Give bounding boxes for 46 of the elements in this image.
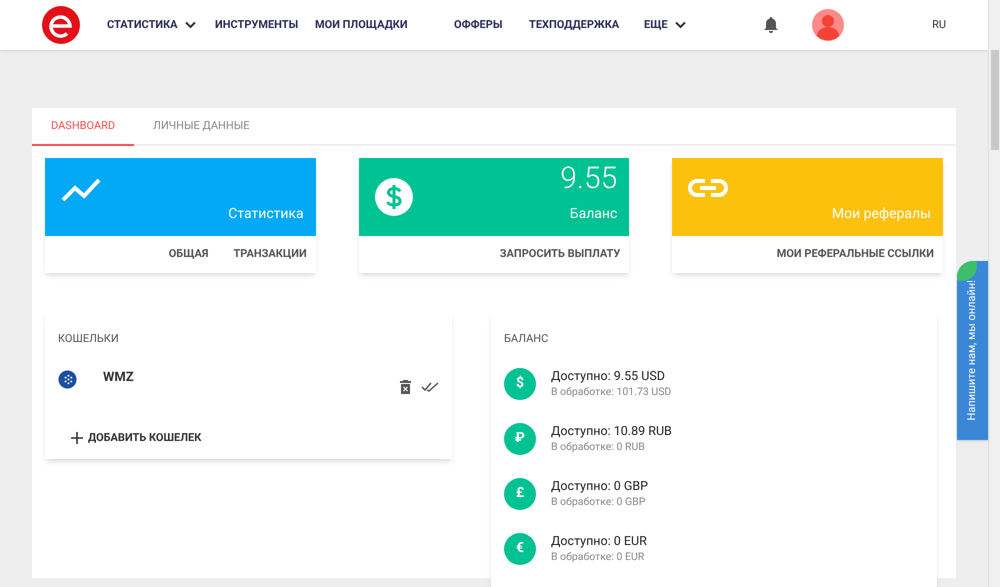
add-wallet-button[interactable]: ДОБАВИТЬ КОШЕЛЕК <box>71 430 202 446</box>
tile-link[interactable]: ОБЩАЯ <box>168 246 208 263</box>
language-selector[interactable]: RU <box>932 16 946 34</box>
nav-link[interactable]: СТАТИСТИКА <box>107 16 215 34</box>
wallet-name: WMZ <box>103 368 134 386</box>
bell-icon[interactable] <box>764 17 778 33</box>
tab[interactable]: ЛИЧНЫЕ ДАННЫЕ <box>134 108 269 144</box>
nav-link[interactable]: ЕЩЕ <box>644 16 704 34</box>
pending-amount: В обработке: 101.73 USD <box>551 384 672 398</box>
double-check-icon[interactable] <box>421 382 439 392</box>
tile-title: Статистика <box>228 205 304 224</box>
tile-link[interactable]: ЗАПРОСИТЬ ВЫПЛАТУ <box>500 246 620 263</box>
pending-amount: В обработке: 0 GBP <box>551 494 646 508</box>
currency-badge: € <box>504 532 536 564</box>
pending-amount: В обработке: 0 RUB <box>551 440 646 454</box>
nav-link[interactable]: ОФФЕРЫ <box>454 16 529 34</box>
nav-link[interactable]: ИНСТРУМЕНТЫ <box>215 16 315 34</box>
currency-badge: ₽ <box>504 422 536 454</box>
tile-title: Баланс <box>570 205 618 224</box>
currency-badge: £ <box>504 478 536 510</box>
nav-link[interactable]: МОИ ПЛОЩАДКИ <box>315 16 431 34</box>
dollar-icon <box>374 178 413 216</box>
globe-icon <box>58 370 77 388</box>
nav-link[interactable]: ТЕХПОДДЕРЖКА <box>529 16 644 34</box>
section-title: БАЛАНС <box>504 331 550 347</box>
available-amount: Доступно: 9.55 USD <box>551 368 666 384</box>
pending-amount: В обработке: 0 EUR <box>551 550 646 564</box>
chevron-down-icon <box>184 21 196 29</box>
tile-link[interactable]: ТРАНЗАКЦИИ <box>233 246 307 263</box>
available-amount: Доступно: 0 EUR <box>551 534 647 550</box>
available-amount: Доступно: 0 GBP <box>551 478 648 494</box>
logo-icon[interactable] <box>42 6 80 44</box>
available-amount: Доступно: 10.89 RUB <box>551 424 672 440</box>
avatar-icon[interactable] <box>812 9 844 41</box>
section-title: КОШЕЛЬКИ <box>58 331 120 347</box>
currency-badge: $ <box>504 368 536 400</box>
plus-icon <box>71 432 83 444</box>
balance-value: 9.55 <box>560 164 618 194</box>
delete-icon[interactable] <box>400 380 411 394</box>
trend-line-icon <box>61 178 101 202</box>
tile-link[interactable]: МОИ РЕФЕРАЛЬНЫЕ ССЫЛКИ <box>776 246 934 263</box>
link-icon <box>688 178 728 198</box>
chevron-down-icon <box>674 21 686 29</box>
chat-tab[interactable]: Напишите нам, мы онлайн! <box>957 261 988 440</box>
tile-title: Мои рефералы <box>832 205 931 224</box>
scrollbar[interactable] <box>988 0 1000 587</box>
